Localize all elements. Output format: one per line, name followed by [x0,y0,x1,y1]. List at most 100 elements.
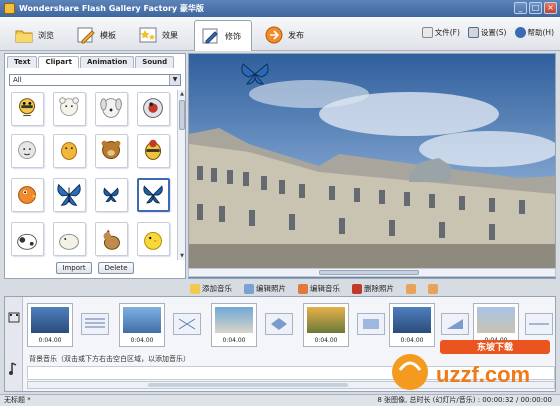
rotate-right-icon[interactable] [428,283,438,294]
clipart-sheep[interactable] [53,222,86,256]
music-note-icon [190,283,200,294]
clipart-panel: Text Clipart Animation Sound All ▼ ▲ ▼ I… [4,53,186,279]
tab-publish-label: 发布 [288,30,304,40]
maximize-button[interactable]: □ [529,2,542,14]
photo-preview[interactable] [188,53,556,279]
app-logo-icon [4,3,15,14]
thumb-duration: 0:04.00 [222,337,246,344]
settings-icon [467,27,479,38]
transition-4[interactable] [357,313,385,335]
project-name: 无标题 * [4,396,31,404]
music-note-icon [9,371,13,375]
timeline-actions: 添加音乐 编辑照片 编辑音乐 删除照片 [190,283,438,294]
subtab-animation[interactable]: Animation [79,56,135,68]
subtab-sound[interactable]: Sound [135,56,175,68]
thumb-duration: 0:04.00 [314,337,338,344]
edit-photo-icon [244,283,254,294]
file-menu[interactable]: 文件(F) [421,27,460,38]
palace-photo [189,54,555,268]
folder-icon [15,30,33,43]
photo-thumb-1[interactable]: 0:04.00 [27,303,73,347]
subtab-text[interactable]: Text [7,56,38,68]
delete-x-icon [352,283,362,294]
clipart-cow[interactable] [11,222,44,256]
clipart-ladybug-bee[interactable] [137,134,170,168]
help-icon [514,27,526,38]
edit-music-button[interactable]: 编辑音乐 [298,283,340,294]
subtab-clipart[interactable]: Clipart [38,56,79,68]
window-title: Wondershare Flash Gallery Factory 豪华版 [19,4,204,13]
clipart-small-butterfly[interactable] [95,178,128,212]
status-bar: 无标题 * 8 张图像, 总时长 (幻灯片/音乐) : 00:00:32 / 0… [0,394,560,406]
template-pencil-icon [77,27,95,44]
status-summary: 8 张图像, 总时长 (幻灯片/音乐) : 00:00:32 / 00:00:0… [377,396,552,404]
timeline-scroll-thumb[interactable] [148,383,348,387]
clipart-brown-bear[interactable] [95,134,128,168]
import-button[interactable]: Import [56,262,92,274]
clipart-bee-cartoon[interactable] [11,92,44,126]
settings-menu[interactable]: 设置(S) [467,27,507,38]
delete-photo-label: 删除照片 [364,284,394,293]
file-menu-label: 文件(F) [434,28,460,37]
tab-decorate[interactable]: 修饰 [194,20,252,51]
clipart-category-select[interactable]: All ▼ [9,74,181,86]
title-bar: Wondershare Flash Gallery Factory 豪华版 _ … [0,0,560,17]
clipart-scrollbar[interactable]: ▲ ▼ [177,90,185,260]
clipart-hen[interactable] [95,222,128,256]
transition-6[interactable] [525,313,553,335]
tab-template-label: 模板 [100,30,116,40]
add-music-label: 添加音乐 [202,284,232,293]
tab-effects[interactable]: 效果 [132,20,188,50]
tab-browse[interactable]: 浏览 [8,20,64,50]
add-music-button[interactable]: 添加音乐 [190,283,232,294]
timeline-sidebar [5,297,23,391]
clipart-category-value: All [13,76,22,84]
photo-thumb-3[interactable]: 0:04.00 [211,303,257,347]
help-menu-label: 帮助(H) [527,28,555,37]
scroll-thumb[interactable] [179,100,185,130]
transition-2[interactable] [173,313,201,335]
edit-photo-button[interactable]: 编辑照片 [244,283,286,294]
watermark: 东坡下载 uzzf.com [380,338,556,392]
delete-button[interactable]: Delete [98,262,134,274]
transition-5[interactable] [441,313,469,335]
publish-globe-icon [265,26,283,44]
panel-subtabs: Text Clipart Animation Sound [7,56,175,68]
preview-scroll-thumb[interactable] [319,270,419,275]
thumb-duration: 0:04.00 [130,337,154,344]
chevron-down-icon: ▼ [169,75,180,85]
close-button[interactable]: × [544,2,557,14]
clipart-teddy-bear[interactable] [53,92,86,126]
photo-thumb-2[interactable]: 0:04.00 [119,303,165,347]
preview-scrollbar[interactable] [188,268,556,277]
watermark-text: uzzf.com [436,362,530,387]
scroll-up-icon[interactable]: ▲ [178,90,186,98]
app-window: Wondershare Flash Gallery Factory 豪华版 _ … [0,0,560,406]
tab-decorate-label: 修饰 [225,31,241,41]
effects-stars-icon [139,27,157,43]
scroll-down-icon[interactable]: ▼ [178,252,186,260]
clipart-yellow-dog[interactable] [53,134,86,168]
transition-3[interactable] [265,313,293,335]
clipart-round-badge[interactable] [137,92,170,126]
clipart-butterfly-selected[interactable] [137,178,170,212]
delete-photo-button[interactable]: 删除照片 [352,283,394,294]
tab-template[interactable]: 模板 [70,20,126,50]
decorate-pencil-icon [202,28,218,44]
rotate-left-icon[interactable] [406,283,416,294]
clipart-white-dog[interactable] [95,92,128,126]
clipart-grid [9,90,175,260]
clipart-blue-butterfly[interactable] [53,178,86,212]
tab-publish[interactable]: 发布 [258,20,314,50]
edit-photo-label: 编辑照片 [256,284,286,293]
help-menu[interactable]: 帮助(H) [514,27,555,38]
transition-1[interactable] [81,313,109,335]
clipart-yellow-chick[interactable] [137,222,170,256]
clipart-grey-bear[interactable] [11,134,44,168]
tab-effects-label: 效果 [162,30,178,40]
thumb-duration: 0:04.00 [38,337,62,344]
clipart-orange-bird[interactable] [11,178,44,212]
minimize-button[interactable]: _ [514,2,527,14]
settings-menu-label: 设置(S) [480,28,507,37]
photo-thumb-4[interactable]: 0:04.00 [303,303,349,347]
